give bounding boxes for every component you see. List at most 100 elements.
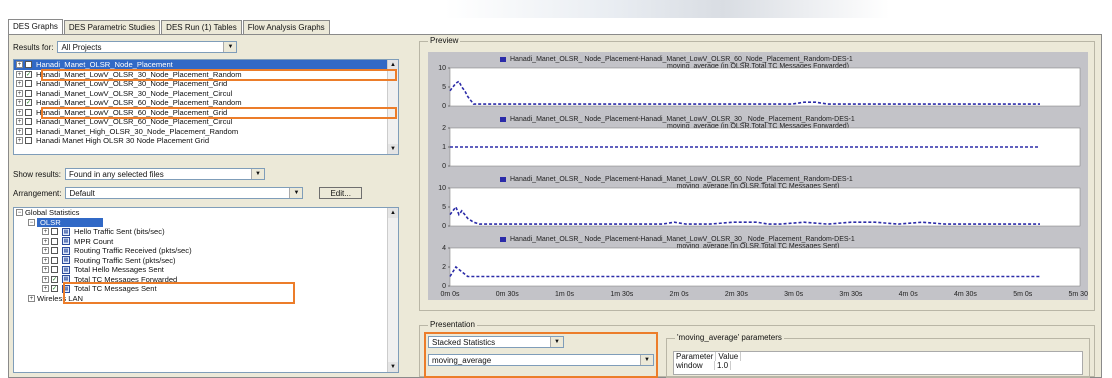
x-tick-label: 4m 30s xyxy=(954,291,977,298)
expand-icon[interactable]: + xyxy=(16,89,23,97)
expand-icon[interactable]: + xyxy=(28,294,35,302)
expand-icon[interactable]: + xyxy=(42,247,49,255)
checkbox[interactable] xyxy=(25,127,32,135)
checkbox[interactable] xyxy=(51,247,58,255)
checkbox[interactable] xyxy=(51,237,58,245)
scenario-item[interactable]: + ✓ Hanadi_Manet_LowV_OLSR_60_Node_Placeme… xyxy=(14,98,398,108)
presentation-mode-value: Stacked Statistics xyxy=(432,337,496,347)
statistics-tree-scrollbar[interactable]: ▲ ▼ xyxy=(387,208,398,372)
expand-icon[interactable]: + xyxy=(16,137,23,145)
expand-icon[interactable]: + xyxy=(42,237,49,245)
scroll-up-icon[interactable]: ▲ xyxy=(388,60,398,70)
tree-other-item[interactable]: + Wireless LAN xyxy=(14,294,398,304)
checkbox[interactable]: ✓ xyxy=(51,275,58,283)
expand-icon[interactable]: + xyxy=(16,108,23,116)
y-tick-label: 10 xyxy=(438,65,446,72)
tree-group-item[interactable]: − OLSR xyxy=(14,217,398,227)
checkbox[interactable] xyxy=(25,108,32,116)
y-tick-label: 2 xyxy=(442,125,446,132)
edit-button[interactable]: Edit... xyxy=(319,187,362,199)
tree-other-label: Wireless LAN xyxy=(37,293,83,303)
params-row[interactable]: window 1.0 xyxy=(674,361,1082,370)
scenario-item[interactable]: + Hanadi_Manet_LowV_OLSR_30_Node_Placemen… xyxy=(14,89,398,99)
scenario-item[interactable]: + Hanadi Manet High OLSR 30 Node Placemen… xyxy=(14,136,398,146)
checkbox[interactable]: ✓ xyxy=(25,99,32,107)
tab-flow-analysis-graphs[interactable]: Flow Analysis Graphs xyxy=(242,20,330,34)
checkbox[interactable] xyxy=(25,137,32,145)
x-tick-label: 3m 30s xyxy=(839,291,862,298)
y-tick-label: 5 xyxy=(442,84,446,91)
scenario-item[interactable]: + Hanadi_Manet_LowV_OLSR_30_Node_Placemen… xyxy=(14,79,398,89)
results-for-value: All Projects xyxy=(61,42,102,52)
statistic-label: Routing Traffic Sent (pkts/sec) xyxy=(74,255,176,265)
statistic-item[interactable]: + ▦ Hello Traffic Sent (bits/sec) xyxy=(14,227,398,237)
statistic-item[interactable]: + ▦ Total Hello Messages Sent xyxy=(14,265,398,275)
tab-des-run-tables[interactable]: DES Run (1) Tables xyxy=(161,20,242,34)
scenario-list[interactable]: + Hanadi_Manet_OLSR_Node_Placement + ✓ Hanad… xyxy=(13,59,399,155)
x-tick-label: 2m 30s xyxy=(725,291,748,298)
collapse-icon[interactable]: − xyxy=(16,209,23,217)
scenario-label: Hanadi_Manet_LowV_OLSR_60_Node_Placement… xyxy=(36,117,233,126)
arrangement-row: Arrangement: Default ▼ Edit... xyxy=(13,187,362,199)
chevron-down-icon[interactable]: ▼ xyxy=(640,355,653,365)
expand-icon[interactable]: + xyxy=(16,127,23,135)
checkbox[interactable] xyxy=(25,118,32,126)
expand-icon[interactable]: + xyxy=(16,70,23,78)
scenario-item[interactable]: + Hanadi_Manet_OLSR_Node_Placement xyxy=(14,60,398,70)
checkbox[interactable] xyxy=(51,266,58,274)
scroll-down-icon[interactable]: ▼ xyxy=(388,362,398,372)
statistic-label: Hello Traffic Sent (bits/sec) xyxy=(74,227,165,236)
scenario-item[interactable]: + Hanadi_Manet_High_OLSR_30_Node_Placemen… xyxy=(14,127,398,137)
legend-label: Hanadi_Manet_OLSR_ Node_Placement-Hanadi… xyxy=(510,176,853,183)
statistic-item[interactable]: + ✓ ▦ Total TC Messages Sent xyxy=(14,284,398,294)
scenario-item[interactable]: + ✓ Hanadi_Manet_LowV_OLSR_30_Node_Placeme… xyxy=(14,70,398,80)
tree-root-item[interactable]: − Global Statistics xyxy=(14,208,398,218)
expand-icon[interactable]: + xyxy=(16,99,23,107)
scroll-down-icon[interactable]: ▼ xyxy=(388,144,398,154)
presentation-mode-select[interactable]: Stacked Statistics ▼ xyxy=(428,336,564,348)
y-tick-label: 10 xyxy=(438,185,446,192)
expand-icon[interactable]: + xyxy=(42,228,49,236)
scenario-item[interactable]: + Hanadi_Manet_LowV_OLSR_60_Node_Placemen… xyxy=(14,108,398,118)
checkbox[interactable]: ✓ xyxy=(51,285,58,293)
tab-des-graphs[interactable]: DES Graphs xyxy=(8,19,63,34)
tree-group-label: OLSR xyxy=(37,217,103,227)
scenario-list-scrollbar[interactable]: ▲ ▼ xyxy=(387,60,398,154)
checkbox[interactable] xyxy=(25,61,32,69)
expand-icon[interactable]: + xyxy=(42,256,49,264)
filter-select[interactable]: moving_average ▼ xyxy=(428,354,654,366)
chevron-down-icon[interactable]: ▼ xyxy=(251,169,265,179)
scroll-up-icon[interactable]: ▲ xyxy=(388,208,398,218)
expand-icon[interactable]: + xyxy=(42,275,49,283)
statistics-tree[interactable]: − Global Statistics − OLSR + ▦ Hello Traff… xyxy=(13,207,399,373)
statistic-item[interactable]: + ▦ Routing Traffic Received (pkts/sec) xyxy=(14,246,398,256)
statistic-item[interactable]: + ▦ Routing Traffic Sent (pkts/sec) xyxy=(14,256,398,266)
chevron-down-icon[interactable]: ▼ xyxy=(550,337,563,347)
checkbox[interactable] xyxy=(25,89,32,97)
legend-swatch xyxy=(500,177,506,182)
checkbox[interactable] xyxy=(51,256,58,264)
expand-icon[interactable]: + xyxy=(16,80,23,88)
collapse-icon[interactable]: − xyxy=(28,218,35,226)
expand-icon[interactable]: + xyxy=(42,266,49,274)
expand-icon[interactable]: + xyxy=(16,118,23,126)
checkbox[interactable] xyxy=(51,228,58,236)
arrangement-select[interactable]: Default ▼ xyxy=(65,187,304,199)
params-header-value: Value xyxy=(716,352,742,361)
chevron-down-icon[interactable]: ▼ xyxy=(223,42,237,52)
scenario-item[interactable]: + Hanadi_Manet_LowV_OLSR_60_Node_Placemen… xyxy=(14,117,398,127)
expand-icon[interactable]: + xyxy=(42,285,49,293)
tab-des-parametric-studies[interactable]: DES Parametric Studies xyxy=(63,20,161,34)
expand-icon[interactable]: + xyxy=(16,61,23,69)
checkbox[interactable] xyxy=(25,80,32,88)
show-results-select[interactable]: Found in any selected files ▼ xyxy=(65,168,266,180)
statistic-icon: ▦ xyxy=(62,256,70,265)
checkbox[interactable]: ✓ xyxy=(25,70,32,78)
statistic-item[interactable]: + ✓ ▦ Total TC Messages Forwarded xyxy=(14,275,398,285)
y-tick-label: 5 xyxy=(442,204,446,211)
statistic-icon: ▦ xyxy=(62,227,70,236)
chevron-down-icon[interactable]: ▼ xyxy=(289,188,303,198)
results-for-select[interactable]: All Projects ▼ xyxy=(57,41,238,53)
statistic-item[interactable]: + ▦ MPR Count xyxy=(14,237,398,247)
statistic-label: MPR Count xyxy=(74,236,114,246)
